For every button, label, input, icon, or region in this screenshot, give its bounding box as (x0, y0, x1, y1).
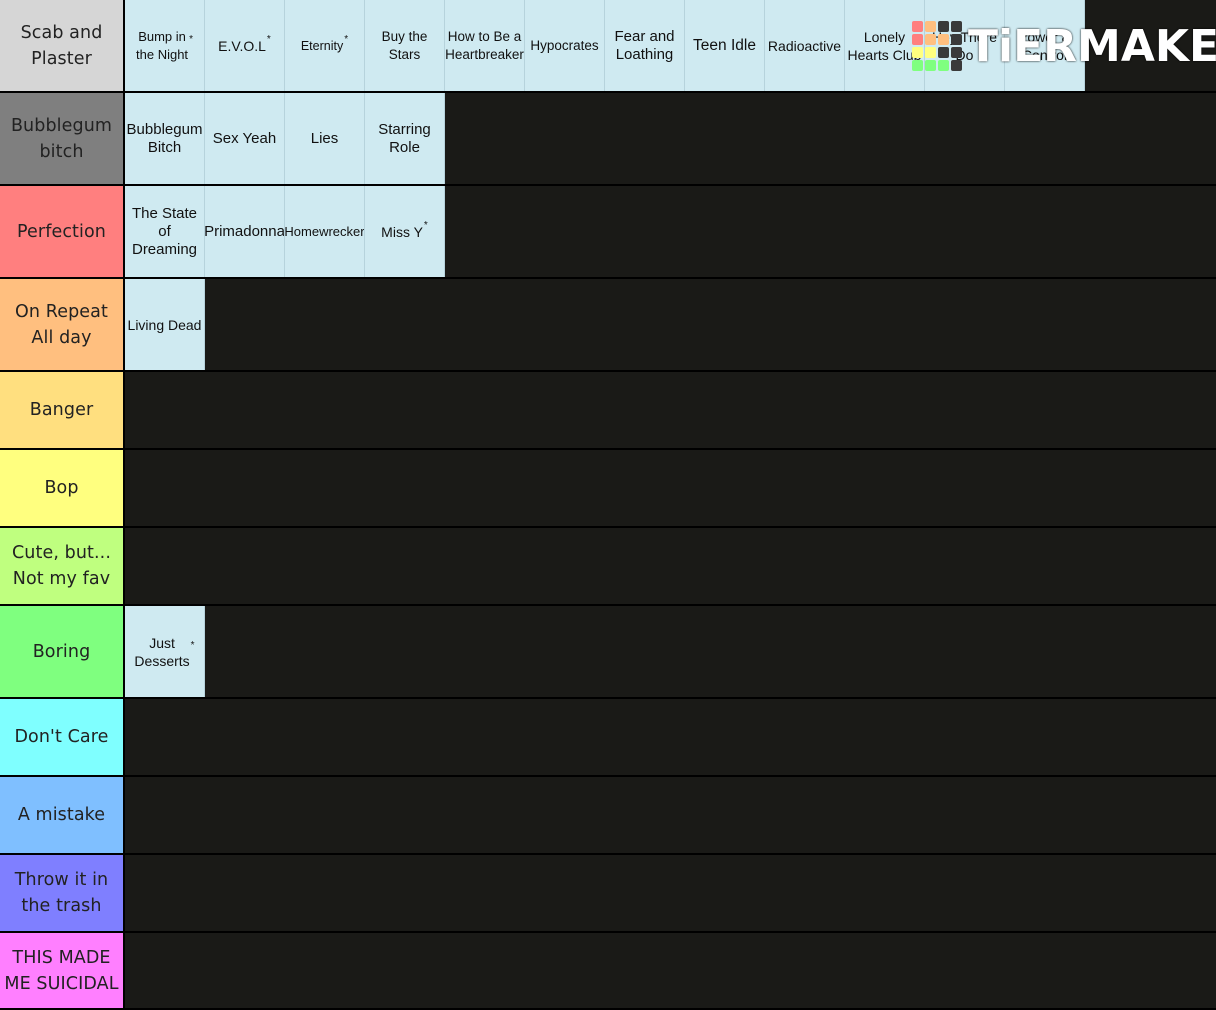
tier-row: Boring Just Desserts * (0, 606, 1216, 699)
tier-item-title: Teen Idle (693, 36, 756, 54)
tier-row: THIS MADE ME SUICIDAL (0, 933, 1216, 1010)
asterisk-icon: * (190, 639, 195, 651)
tier-item-title: Lies (310, 129, 339, 147)
logo-cell (938, 34, 949, 45)
tier-label[interactable]: Throw it in the trash (0, 855, 125, 931)
tier-label[interactable]: Cute, but... Not my fav (0, 528, 125, 604)
tier-list-board: Scab and Plaster Bump in the Night * E.V.O.… (0, 0, 1216, 1010)
tier-label[interactable]: On Repeat All day (0, 279, 125, 370)
tier-item-title: How to Be a Heartbreaker (445, 28, 524, 62)
tier-item-title: Bump in the Night (136, 28, 189, 62)
tier-item-title: Radioactive (767, 37, 842, 54)
tier-items: Just Desserts * (125, 606, 1216, 697)
tier-row: On Repeat All day Living Dead (0, 279, 1216, 372)
tier-row: Perfection The State of Dreaming Primadonn… (0, 186, 1216, 279)
tier-item-title: Just Desserts (134, 634, 190, 669)
tier-item-card[interactable]: Hypocrates (525, 0, 605, 91)
tier-item-title: Living Dead (127, 316, 202, 333)
logo-cell (912, 34, 923, 45)
tiermaker-logo: TiERMAKER (912, 20, 1216, 72)
logo-cell (951, 60, 962, 71)
tier-item-card[interactable]: Just Desserts * (125, 606, 205, 697)
tier-item-card[interactable]: Primadonna (205, 186, 285, 277)
tier-items (125, 699, 1216, 775)
tier-item-card[interactable]: Living Dead (125, 279, 205, 370)
tier-row: A mistake (0, 777, 1216, 855)
tier-row: Bop (0, 450, 1216, 528)
logo-cell (912, 60, 923, 71)
tier-items (125, 933, 1216, 1008)
tier-label[interactable]: Banger (0, 372, 125, 448)
tier-row: Don't Care (0, 699, 1216, 777)
tier-item-card[interactable]: Eternity * (285, 0, 365, 91)
tier-item-title: E.V.O.L (218, 37, 266, 54)
logo-cell (938, 60, 949, 71)
asterisk-icon: * (423, 219, 428, 231)
logo-cell (925, 21, 936, 32)
tier-items: Bubblegum Bitch Sex Yeah Lies Starring Role (125, 93, 1216, 184)
logo-grid-icon (912, 21, 962, 71)
tier-items (125, 372, 1216, 448)
tier-label[interactable]: A mistake (0, 777, 125, 853)
tier-row: Bubblegum bitch Bubblegum Bitch Sex Yeah Li… (0, 93, 1216, 186)
tier-items: Living Dead (125, 279, 1216, 370)
tier-item-title: Bubblegum Bitch (126, 120, 203, 156)
tier-label[interactable]: Perfection (0, 186, 125, 277)
tier-item-card[interactable]: How to Be a Heartbreaker (445, 0, 525, 91)
tier-item-card[interactable]: Homewrecker (285, 186, 365, 277)
tier-item-title: Starring Role (378, 120, 431, 156)
asterisk-icon: * (266, 33, 271, 45)
logo-cell (938, 21, 949, 32)
tier-row: Cute, but... Not my fav (0, 528, 1216, 606)
logo-cell (951, 34, 962, 45)
tier-item-title: Buy the Stars (381, 28, 428, 62)
logo-cell (938, 47, 949, 58)
tier-row: Throw it in the trash (0, 855, 1216, 933)
tier-label[interactable]: Boring (0, 606, 125, 697)
logo-text: TiERMAKER (968, 20, 1216, 72)
asterisk-icon: * (344, 33, 349, 45)
tier-item-title: The State of Dreaming (131, 204, 198, 258)
tier-label[interactable]: Bubblegum bitch (0, 93, 125, 184)
logo-cell (925, 34, 936, 45)
logo-cell (925, 60, 936, 71)
tier-label[interactable]: Scab and Plaster (0, 0, 125, 91)
tier-item-card[interactable]: Sex Yeah (205, 93, 285, 184)
tier-item-title: Lonely Hearts Club (847, 28, 922, 63)
tier-item-title: Eternity (300, 38, 344, 53)
tier-row: Banger (0, 372, 1216, 450)
tier-item-title: Homewrecker (285, 223, 365, 239)
logo-cell (912, 47, 923, 58)
tier-item-title: Hypocrates (530, 37, 599, 53)
tier-item-card[interactable]: Buy the Stars (365, 0, 445, 91)
tier-item-title: Miss Y (381, 223, 423, 240)
tier-item-title: Primadonna (205, 222, 285, 240)
tier-item-title: Sex Yeah (212, 129, 277, 147)
logo-cell (951, 21, 962, 32)
logo-cell (912, 21, 923, 32)
tier-item-card[interactable]: Miss Y * (365, 186, 445, 277)
logo-cell (951, 47, 962, 58)
tier-items: The State of Dreaming Primadonna Homewreck… (125, 186, 1216, 277)
tier-item-card[interactable]: E.V.O.L * (205, 0, 285, 91)
logo-cell (925, 47, 936, 58)
tier-items (125, 777, 1216, 853)
tier-item-card[interactable]: Bubblegum Bitch (125, 93, 205, 184)
tier-item-card[interactable]: Bump in the Night * (125, 0, 205, 91)
tier-item-card[interactable]: The State of Dreaming (125, 186, 205, 277)
tier-item-card[interactable]: Fear and Loathing (605, 0, 685, 91)
tier-items (125, 855, 1216, 931)
tier-item-card[interactable]: Lies (285, 93, 365, 184)
tier-item-card[interactable]: Radioactive (765, 0, 845, 91)
tier-items (125, 450, 1216, 526)
tier-label[interactable]: THIS MADE ME SUICIDAL (0, 933, 125, 1008)
tier-item-title: Fear and Loathing (614, 27, 675, 63)
tier-label[interactable]: Bop (0, 450, 125, 526)
tier-label[interactable]: Don't Care (0, 699, 125, 775)
tier-items (125, 528, 1216, 604)
tier-item-card[interactable]: Starring Role (365, 93, 445, 184)
asterisk-icon: * (189, 33, 193, 45)
tier-item-card[interactable]: Teen Idle (685, 0, 765, 91)
